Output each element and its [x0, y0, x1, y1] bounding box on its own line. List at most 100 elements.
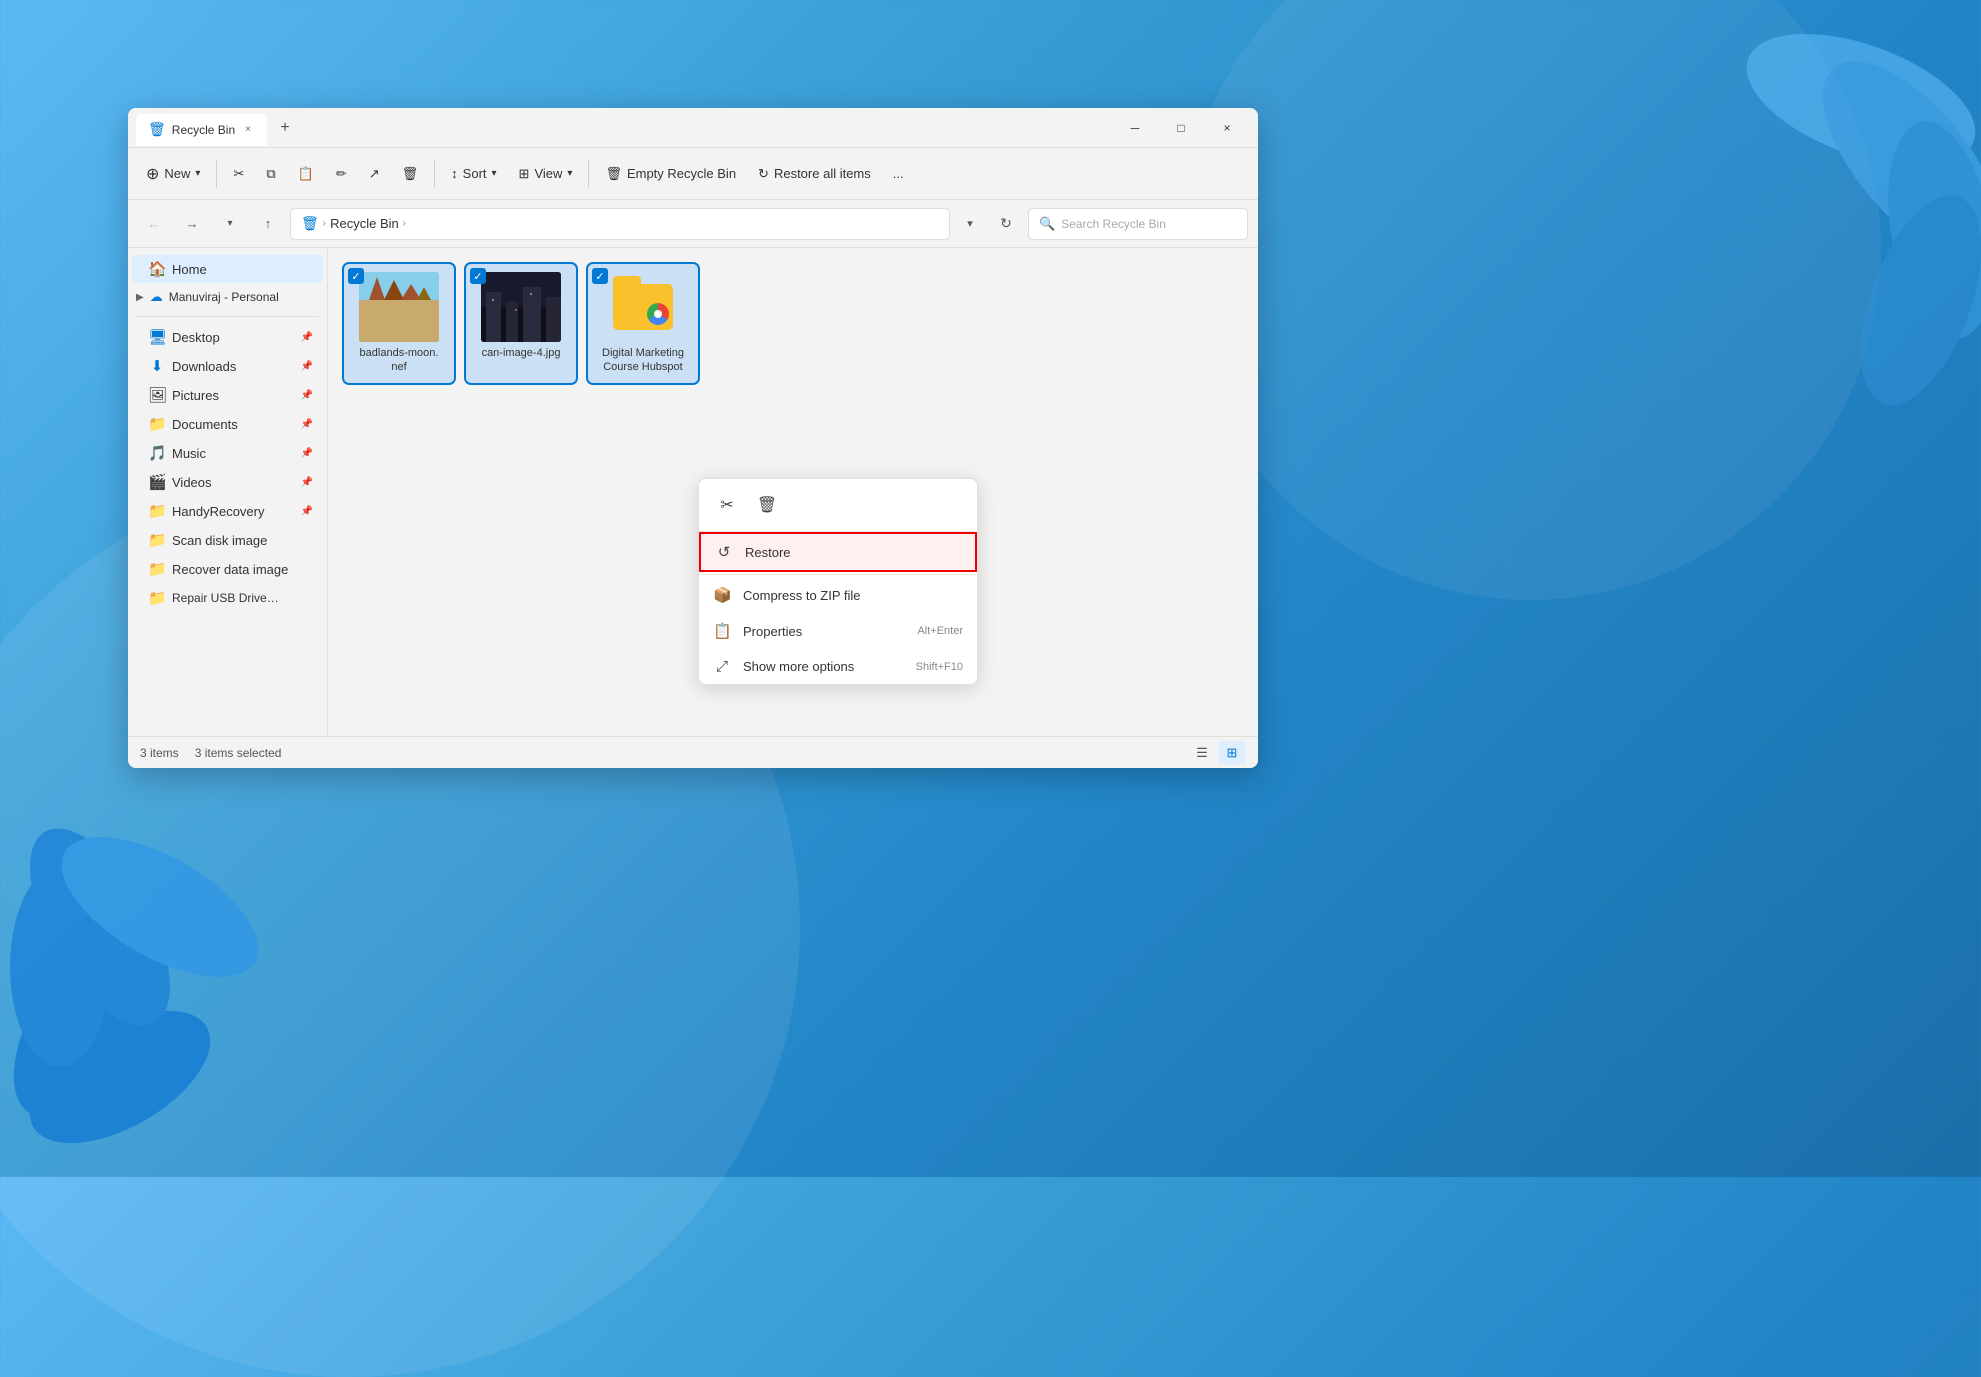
cut-button[interactable]: ✂ — [223, 160, 254, 188]
sidebar-item-repairusb[interactable]: 📁 Repair USB Drive Sol — [132, 584, 323, 612]
more-options-button[interactable]: ... — [883, 160, 914, 187]
sidebar-scandisk-label: Scan disk image — [172, 533, 313, 548]
sidebar-videos-label: Videos — [172, 475, 295, 490]
pictures-icon: 🖼 — [148, 386, 166, 404]
sidebar-item-desktop[interactable]: 🖥 Desktop 📌 — [132, 323, 323, 351]
refresh-button[interactable]: ↻ — [990, 208, 1022, 240]
view-toggle: ☰ ⊞ — [1188, 741, 1246, 765]
back-button[interactable]: ← — [138, 208, 170, 240]
empty-bin-button[interactable]: 🗑 Empty Recycle Bin — [595, 160, 746, 188]
file-thumbnail-nef — [359, 272, 439, 342]
restore-all-label: Restore all items — [774, 166, 871, 181]
up-button[interactable]: ↑ — [252, 208, 284, 240]
new-button[interactable]: ⊕ New ▾ — [136, 158, 210, 190]
forward-button[interactable]: → — [176, 208, 208, 240]
window-controls: ─ □ × — [1112, 112, 1250, 144]
status-bar: 3 items 3 items selected ☰ ⊞ — [128, 736, 1258, 768]
file-item-folder[interactable]: ✓ Digital MarketingCourse Hubspot — [588, 264, 698, 383]
sidebar-item-scandisk[interactable]: 📁 Scan disk image — [132, 526, 323, 554]
path-chevron-2: › — [403, 218, 406, 229]
folder-preview — [603, 272, 683, 342]
address-bar: ← → ▾ ↑ 🗑 › Recycle Bin › ▾ ↻ 🔍 Search R… — [128, 200, 1258, 248]
ctx-delete-icon: 🗑 — [757, 495, 777, 515]
downloads-icon: ⬇ — [148, 357, 166, 375]
search-box[interactable]: 🔍 Search Recycle Bin — [1028, 208, 1248, 240]
sidebar-item-downloads[interactable]: ⬇ Downloads 📌 — [132, 352, 323, 380]
items-selected: 3 items selected — [195, 746, 282, 760]
ctx-properties-label: Properties — [743, 624, 802, 639]
onedrive-icon: ☁ — [150, 289, 163, 305]
empty-bin-label: Empty Recycle Bin — [627, 166, 736, 181]
items-count: 3 items — [140, 746, 179, 760]
toolbar-sep2 — [434, 160, 435, 188]
sidebar-item-home[interactable]: 🏠 Home — [132, 255, 323, 283]
copy-button[interactable]: ⧉ — [256, 160, 285, 188]
ctx-restore-label: Restore — [745, 545, 791, 560]
ctx-more-options-item[interactable]: ⤢ Show more options Shift+F10 — [699, 649, 977, 684]
grid-view-button[interactable]: ⊞ — [1218, 741, 1246, 765]
ctx-cut-button[interactable]: ✂ — [709, 487, 745, 523]
address-dropdown-button[interactable]: ▾ — [956, 208, 984, 240]
ctx-compress-item[interactable]: 📦 Compress to ZIP file — [699, 577, 977, 613]
content-area: 🏠 Home ▶ ☁ Manuviraj - Personal 🖥 Deskto… — [128, 248, 1258, 736]
sidebar-item-documents[interactable]: 📁 Documents 📌 — [132, 410, 323, 438]
file-checkbox-nef: ✓ — [348, 268, 364, 284]
view-icon: ⊞ — [519, 166, 530, 182]
file-item-nef[interactable]: ✓ badlan — [344, 264, 454, 383]
sort-button[interactable]: ↕ Sort ▾ — [441, 160, 506, 187]
restore-all-button[interactable]: ↺ Restore all items — [748, 160, 881, 188]
sidebar-handyrecovery-label: HandyRecovery — [172, 504, 295, 519]
file-thumbnail-folder — [603, 272, 683, 342]
delete-button[interactable]: 🗑 — [392, 160, 429, 188]
active-tab[interactable]: 🗑 Recycle Bin × — [136, 114, 267, 146]
more-icon: ... — [893, 166, 904, 181]
toolbar-sep3 — [588, 160, 589, 188]
restore-all-icon: ↺ — [758, 166, 769, 182]
ctx-more-icon: ⤢ — [713, 658, 731, 675]
nef-preview — [359, 272, 439, 342]
sidebar-item-recoverdata[interactable]: 📁 Recover data image — [132, 555, 323, 583]
file-thumbnail-jpg — [481, 272, 561, 342]
onedrive-label: Manuviraj - Personal — [169, 290, 279, 304]
tab-label: Recycle Bin — [172, 123, 235, 137]
rename-button[interactable]: ✏ — [326, 160, 357, 188]
file-item-jpg[interactable]: ✓ — [466, 264, 576, 383]
new-tab-button[interactable]: + — [271, 114, 299, 142]
scandisk-icon: 📁 — [148, 531, 166, 549]
sidebar-desktop-label: Desktop — [172, 330, 295, 345]
view-button[interactable]: ⊞ View ▾ — [509, 160, 583, 188]
ctx-delete-button[interactable]: 🗑 — [749, 487, 785, 523]
share-button[interactable]: ↗ — [359, 160, 390, 188]
ctx-properties-item[interactable]: 📋 Properties Alt+Enter — [699, 613, 977, 649]
sidebar-item-music[interactable]: 🎵 Music 📌 — [132, 439, 323, 467]
sidebar-item-videos[interactable]: 🎬 Videos 📌 — [132, 468, 323, 496]
handyrecovery-icon: 📁 — [148, 502, 166, 520]
close-button[interactable]: × — [1204, 112, 1250, 144]
downloads-pin-icon: 📌 — [301, 361, 313, 372]
music-icon: 🎵 — [148, 444, 166, 462]
cut-icon: ✂ — [233, 166, 244, 182]
paste-button[interactable]: 📋 — [288, 160, 324, 188]
ctx-restore-icon: ↺ — [715, 543, 733, 561]
sort-chevron: ▾ — [492, 168, 497, 179]
maximize-button[interactable]: □ — [1158, 112, 1204, 144]
path-chevron-1: › — [323, 218, 326, 229]
sidebar-onedrive-header[interactable]: ▶ ☁ Manuviraj - Personal — [128, 284, 327, 310]
desktop-icon: 🖥 — [148, 328, 166, 346]
sidebar-documents-label: Documents — [172, 417, 295, 432]
tab-close-button[interactable]: × — [241, 122, 255, 137]
minimize-button[interactable]: ─ — [1112, 112, 1158, 144]
sidebar-repairusb-label: Repair USB Drive Sol — [172, 591, 282, 605]
list-view-button[interactable]: ☰ — [1188, 741, 1216, 765]
view-label: View — [534, 166, 562, 181]
sidebar-music-label: Music — [172, 446, 295, 461]
search-placeholder: Search Recycle Bin — [1061, 217, 1166, 231]
ctx-restore-item[interactable]: ↺ Restore — [699, 532, 977, 572]
sidebar-item-pictures[interactable]: 🖼 Pictures 📌 — [132, 381, 323, 409]
sidebar-downloads-label: Downloads — [172, 359, 295, 374]
file-name-folder: Digital MarketingCourse Hubspot — [602, 346, 684, 375]
recent-locations-button[interactable]: ▾ — [214, 208, 246, 240]
sidebar-item-handyrecovery[interactable]: 📁 HandyRecovery 📌 — [132, 497, 323, 525]
file-name-nef: badlands-moon.nef — [360, 346, 439, 375]
address-path-bar[interactable]: 🗑 › Recycle Bin › — [290, 208, 950, 240]
